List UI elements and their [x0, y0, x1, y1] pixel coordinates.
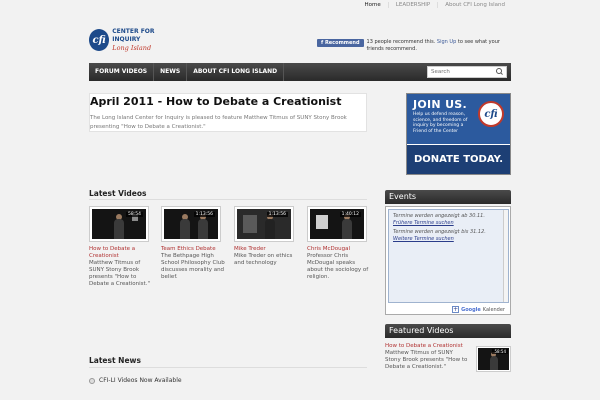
cfi-badge-icon: cfi: [478, 101, 504, 127]
join-text: Help us defend reason, science, and free…: [413, 112, 468, 134]
video-title[interactable]: Mike Treder: [234, 246, 298, 253]
earlier-events-link[interactable]: Frühere Termine suchen: [393, 220, 454, 226]
calendar-panel: Termine werden angezeigt ab 30.11. Frühe…: [388, 209, 509, 303]
video-duration: 1:13:56: [193, 212, 215, 217]
video-description: Matthew Titmus of SUNY Stony Brook prese…: [89, 260, 150, 287]
recommend-text: 13 people recommend this. Sign Up to see…: [367, 39, 517, 53]
events-heading: Events: [385, 190, 511, 204]
video-still: 1:40:12: [310, 209, 364, 239]
logo-line2: Long Island: [112, 44, 152, 52]
video-still: 58:54: [478, 348, 509, 370]
logo-text: CENTER FOR INQUIRY Long Island: [112, 28, 179, 52]
video-item[interactable]: 1:40:12 Chris McDougal Professor Chris M…: [307, 206, 371, 281]
video-still: 58:54: [92, 209, 146, 239]
search-icon[interactable]: [494, 67, 504, 77]
recommend-count: 13 people recommend this.: [366, 39, 436, 45]
search-box: [427, 66, 507, 78]
facebook-icon: f: [321, 40, 324, 46]
kalender-label: Kalender: [482, 306, 505, 313]
video-thumbnail[interactable]: 1:13:56: [234, 206, 294, 242]
nav-about[interactable]: ABOUT CFI LONG ISLAND: [187, 63, 285, 81]
donate-button[interactable]: DONATE TODAY.: [407, 144, 510, 174]
logo-line1: CENTER FOR INQUIRY: [112, 28, 155, 43]
video-item[interactable]: 1:13:56 Team Ethics Debate The Bethpage …: [161, 206, 225, 281]
calendar-range-start: Termine werden angezeigt ab 30.11. Frühe…: [393, 213, 485, 226]
video-title[interactable]: Team Ethics Debate: [161, 246, 225, 253]
video-thumbnail[interactable]: 1:13:56: [161, 206, 221, 242]
bullet-icon: [89, 377, 95, 384]
video-title[interactable]: How to Debate a Creationist: [89, 246, 153, 260]
join-panel: JOIN US. Help us defend reason, science,…: [407, 94, 510, 144]
video-description: The Bethpage High School Philosophy Club…: [161, 253, 225, 280]
video-duration: 58:54: [126, 212, 143, 217]
site-logo[interactable]: cfi CENTER FOR INQUIRY Long Island: [89, 28, 179, 52]
google-calendar-footer[interactable]: + Google Kalender: [452, 306, 505, 313]
video-description: Mike Treder on ethics and technology: [234, 253, 293, 266]
join-title: JOIN US.: [413, 98, 468, 111]
featured-video-title[interactable]: How to Debate a Creationist: [385, 343, 470, 350]
top-nav-home[interactable]: Home: [358, 2, 388, 8]
plus-icon[interactable]: +: [452, 306, 460, 313]
divider: [89, 367, 367, 368]
featured-video[interactable]: How to Debate a Creationist Matthew Titm…: [385, 343, 511, 372]
recommend-button-label: Recommend: [324, 40, 360, 46]
nav-news[interactable]: NEWS: [154, 63, 188, 81]
video-still: 1:13:56: [237, 209, 291, 239]
latest-videos-heading: Latest Videos: [89, 189, 147, 198]
more-events-link[interactable]: Weitere Termine suchen: [393, 236, 454, 242]
events-calendar: Termine werden angezeigt ab 30.11. Frühe…: [385, 206, 511, 315]
google-logo: Google: [461, 306, 481, 313]
featured-videos-heading: Featured Videos: [385, 324, 511, 338]
signup-link[interactable]: Sign Up: [437, 39, 456, 45]
search-input[interactable]: [428, 69, 494, 75]
news-item[interactable]: CFI-LI Videos Now Available: [89, 377, 182, 384]
news-item-title[interactable]: CFI-LI Videos Now Available: [99, 377, 182, 384]
main-navbar: FORUM VIDEOS NEWS ABOUT CFI LONG ISLAND: [89, 63, 511, 81]
featured-video-thumbnail[interactable]: 58:54: [476, 346, 511, 372]
feature-title[interactable]: April 2011 - How to Debate a Creationist: [90, 95, 342, 108]
cfi-logo-icon: cfi: [89, 29, 110, 51]
top-nav: Home LEADERSHIP About CFI Long Island: [358, 2, 512, 8]
divider: [89, 199, 367, 200]
video-duration: 1:13:56: [266, 212, 288, 217]
video-duration: 1:40:12: [339, 212, 361, 217]
top-nav-about[interactable]: About CFI Long Island: [437, 2, 512, 8]
video-item[interactable]: 58:54 How to Debate a Creationist Matthe…: [89, 206, 153, 288]
join-us-banner[interactable]: JOIN US. Help us defend reason, science,…: [406, 93, 511, 175]
video-item[interactable]: 1:13:56 Mike Treder Mike Treder on ethic…: [234, 206, 298, 267]
video-thumbnail[interactable]: 1:40:12: [307, 206, 367, 242]
video-title[interactable]: Chris McDougal: [307, 246, 371, 253]
latest-news-heading: Latest News: [89, 356, 141, 365]
feature-box: April 2011 - How to Debate a Creationist…: [89, 93, 367, 132]
facebook-recommend: f Recommend 13 people recommend this. Si…: [317, 39, 517, 53]
nav-forum-videos[interactable]: FORUM VIDEOS: [89, 63, 155, 81]
calendar-scrollbar[interactable]: [503, 210, 508, 302]
feature-description: The Long Island Center for Inquiry is pl…: [90, 115, 347, 130]
featured-video-description: Matthew Titmus of SUNY Stony Brook prese…: [385, 350, 468, 370]
video-thumbnail[interactable]: 58:54: [89, 206, 149, 242]
video-description: Professor Chris McDougal speaks about th…: [307, 253, 369, 280]
recommend-button[interactable]: f Recommend: [317, 39, 364, 47]
video-still: 1:13:56: [164, 209, 218, 239]
top-nav-leadership[interactable]: LEADERSHIP: [387, 2, 437, 8]
video-duration: 58:54: [492, 349, 508, 354]
calendar-range-end: Termine werden angezeigt bis 31.12. Weit…: [393, 229, 486, 242]
